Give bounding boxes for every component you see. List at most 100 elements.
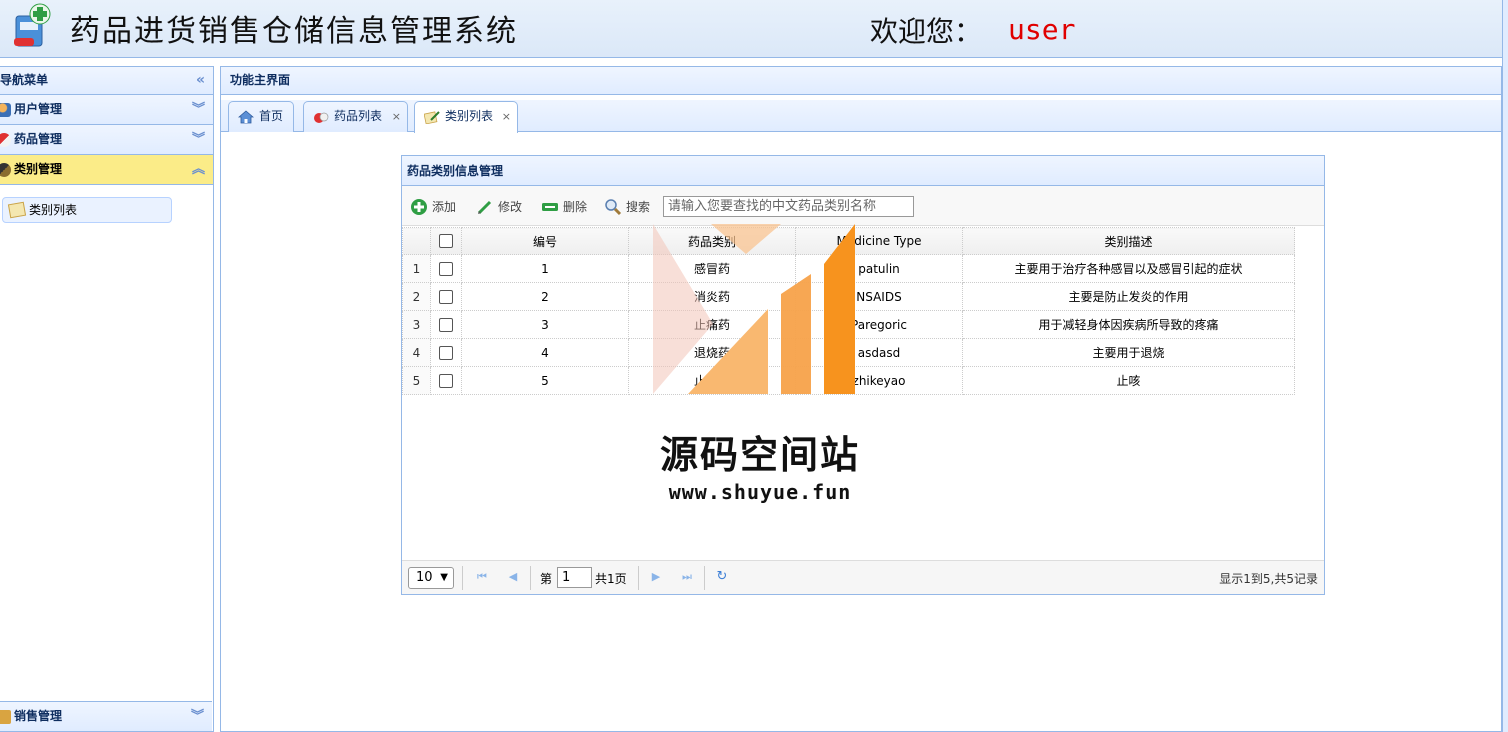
cell-id: 1 bbox=[461, 254, 629, 283]
search-label: 搜索 bbox=[626, 200, 651, 214]
sidebar-item-category-list[interactable]: 类别列表 bbox=[2, 197, 172, 223]
tab-label: 首页 bbox=[259, 109, 284, 123]
row-number: 2 bbox=[402, 282, 431, 311]
table-row[interactable]: 1 1 感冒药 patulin 主要用于治疗各种感冒以及感冒引起的症状 bbox=[402, 254, 1295, 283]
sidebar-section-label: 药品管理 bbox=[14, 132, 63, 146]
table-row[interactable]: 3 3 止痛药 Paregoric 用于减轻身体因疾病所导致的疼痛 bbox=[402, 310, 1295, 339]
prev-page-icon[interactable]: ◀ bbox=[506, 570, 520, 584]
sidebar-section-body: 类别列表 bbox=[0, 185, 213, 709]
row-select-cell bbox=[430, 282, 462, 311]
category-icon bbox=[0, 163, 11, 177]
sidebar-section-label: 类别管理 bbox=[14, 162, 63, 176]
app-logo-icon bbox=[14, 3, 51, 47]
row-checkbox[interactable] bbox=[439, 373, 453, 388]
row-number: 5 bbox=[402, 366, 431, 395]
cell-category: 止咳药 bbox=[628, 366, 796, 395]
row-number-header bbox=[402, 227, 431, 255]
sidebar-section-label: 销售管理 bbox=[14, 709, 63, 723]
row-checkbox[interactable] bbox=[439, 317, 453, 332]
cell-description: 止咳 bbox=[962, 366, 1295, 395]
column-header-medicine-type[interactable]: Medicine Type bbox=[795, 227, 963, 255]
page-info: 显示1到5,共5记录 bbox=[1219, 572, 1318, 586]
column-header-description[interactable]: 类别描述 bbox=[962, 227, 1295, 255]
cell-description: 主要用于治疗各种感冒以及感冒引起的症状 bbox=[962, 254, 1295, 283]
cell-id: 3 bbox=[461, 310, 629, 339]
search-icon bbox=[605, 199, 622, 216]
cell-medicine-type: patulin bbox=[795, 254, 963, 283]
grid-title: 药品类别信息管理 bbox=[402, 156, 1324, 186]
cell-medicine-type: Paregoric bbox=[795, 310, 963, 339]
app-header: 药品进货销售仓储信息管理系统 欢迎您： user bbox=[0, 0, 1508, 58]
page-number-input[interactable]: 1 bbox=[557, 567, 592, 588]
page-prefix: 第 bbox=[540, 572, 553, 586]
pagination-bar: 10 ▼ ⏮ ◀ 第 1 共1页 ▶ ⏭ ↻ 显示1到5,共5记录 bbox=[402, 560, 1324, 594]
chevron-down-icon: ▼ bbox=[440, 572, 448, 583]
add-icon bbox=[411, 199, 427, 215]
sidebar: 导航菜单 « 用户管理 ︾ 药品管理 ︾ 类别管理 ︽ 类别列表 销售管理 ︾ bbox=[0, 66, 214, 732]
cell-id: 5 bbox=[461, 366, 629, 395]
sidebar-section-categories[interactable]: 类别管理 ︽ bbox=[0, 155, 213, 185]
cell-description: 主要是防止发炎的作用 bbox=[962, 282, 1295, 311]
select-all-checkbox[interactable] bbox=[439, 234, 453, 249]
tab-drug-list[interactable]: 药品列表 × bbox=[303, 101, 408, 132]
first-page-icon[interactable]: ⏮ bbox=[475, 570, 489, 584]
main-panel: 功能主界面 首页 药品列表 × 类别列表 × 药品类别信息管理 添加 修改 删除… bbox=[220, 66, 1502, 732]
chevron-double-down-icon[interactable]: ︾ bbox=[192, 125, 205, 154]
cell-medicine-type: asdasd bbox=[795, 338, 963, 367]
search-button[interactable]: 搜索 bbox=[604, 197, 650, 217]
delete-label: 删除 bbox=[563, 200, 588, 214]
sidebar-section-label: 用户管理 bbox=[14, 102, 63, 116]
search-input[interactable] bbox=[663, 196, 914, 217]
edit-button[interactable]: 修改 bbox=[476, 197, 522, 217]
delete-button[interactable]: 删除 bbox=[541, 197, 587, 217]
table-row[interactable]: 4 4 退烧药 asdasd 主要用于退烧 bbox=[402, 338, 1295, 367]
cell-category: 止痛药 bbox=[628, 310, 796, 339]
row-number: 1 bbox=[402, 254, 431, 283]
collapse-left-icon[interactable]: « bbox=[196, 67, 205, 94]
next-page-icon[interactable]: ▶ bbox=[649, 570, 663, 584]
tab-home[interactable]: 首页 bbox=[228, 101, 294, 132]
add-button[interactable]: 添加 bbox=[410, 197, 456, 217]
sidebar-section-sales[interactable]: 销售管理 ︾ bbox=[0, 701, 212, 731]
chevron-double-down-icon[interactable]: ︾ bbox=[191, 702, 204, 731]
category-grid-panel: 药品类别信息管理 添加 修改 删除 搜索 请输入您要查找的中文药品类别名称 编号… bbox=[401, 155, 1325, 595]
add-label: 添加 bbox=[432, 200, 457, 214]
sidebar-item-label: 类别列表 bbox=[29, 203, 78, 217]
table-row[interactable]: 2 2 消炎药 NSAIDS 主要是防止发炎的作用 bbox=[402, 282, 1295, 311]
chevron-double-down-icon[interactable]: ︾ bbox=[192, 95, 205, 124]
cell-description: 用于减轻身体因疾病所导致的疼痛 bbox=[962, 310, 1295, 339]
row-select-cell bbox=[430, 310, 462, 339]
row-number: 3 bbox=[402, 310, 431, 339]
users-icon bbox=[0, 103, 11, 117]
table-header-row: 编号 药品类别 Medicine Type 类别描述 bbox=[402, 227, 1295, 255]
tab-label: 类别列表 bbox=[445, 109, 494, 123]
last-page-icon[interactable]: ⏭ bbox=[680, 570, 694, 584]
sidebar-section-drugs[interactable]: 药品管理 ︾ bbox=[0, 125, 213, 155]
cell-medicine-type: NSAIDS bbox=[795, 282, 963, 311]
close-icon[interactable]: × bbox=[392, 102, 401, 131]
row-checkbox[interactable] bbox=[439, 261, 453, 276]
row-number: 4 bbox=[402, 338, 431, 367]
table-row[interactable]: 5 5 止咳药 zhikeyao 止咳 bbox=[402, 366, 1295, 395]
page-size-select[interactable]: 10 ▼ bbox=[408, 567, 454, 589]
column-header-category[interactable]: 药品类别 bbox=[628, 227, 796, 255]
cell-category: 感冒药 bbox=[628, 254, 796, 283]
column-header-id[interactable]: 编号 bbox=[461, 227, 629, 255]
sidebar-section-users[interactable]: 用户管理 ︾ bbox=[0, 95, 213, 125]
cell-id: 4 bbox=[461, 338, 629, 367]
cell-category: 消炎药 bbox=[628, 282, 796, 311]
tab-label: 药品列表 bbox=[334, 109, 383, 123]
row-checkbox[interactable] bbox=[439, 345, 453, 360]
current-username: user bbox=[1008, 13, 1076, 46]
close-icon[interactable]: × bbox=[502, 102, 511, 131]
home-icon bbox=[238, 110, 254, 124]
tab-category-list[interactable]: 类别列表 × bbox=[414, 101, 518, 133]
grid-toolbar: 添加 修改 删除 搜索 bbox=[402, 186, 1324, 226]
edit-label: 修改 bbox=[498, 200, 523, 214]
row-checkbox[interactable] bbox=[439, 289, 453, 304]
select-all-cell bbox=[430, 227, 462, 255]
cell-description: 主要用于退烧 bbox=[962, 338, 1295, 367]
refresh-icon[interactable]: ↻ bbox=[715, 570, 729, 584]
page-size-value: 10 bbox=[416, 570, 433, 585]
chevron-double-up-icon[interactable]: ︽ bbox=[192, 155, 205, 184]
